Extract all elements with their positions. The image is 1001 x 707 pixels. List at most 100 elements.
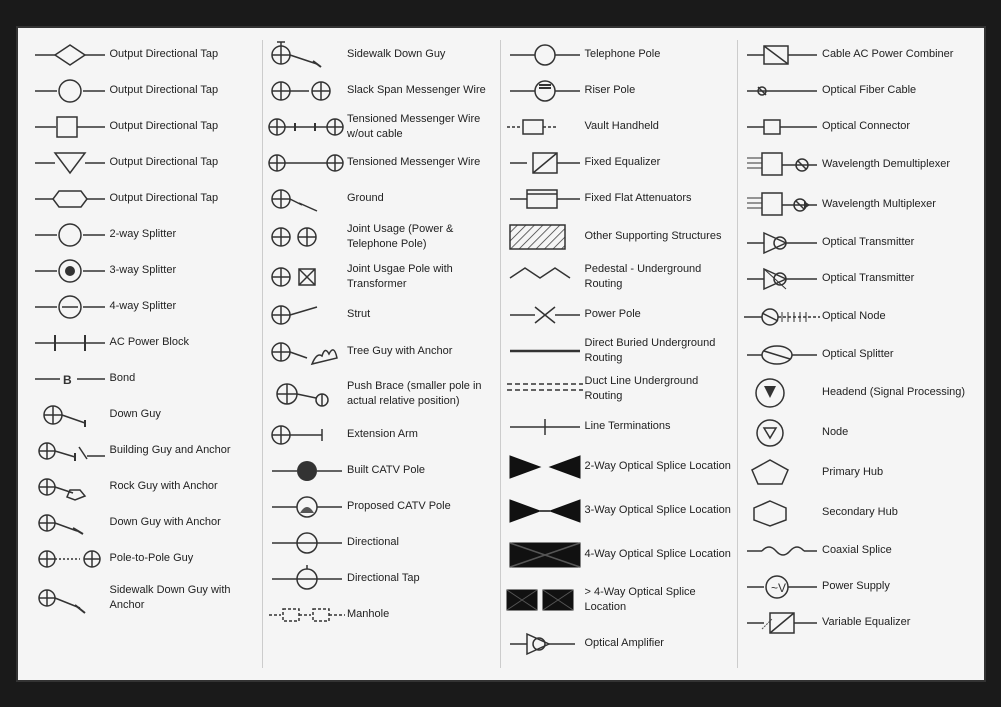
symbol-wavelengthmux: [742, 188, 822, 222]
label: Slack Span Messenger Wire: [347, 83, 496, 97]
symbol-pushbrace: [267, 374, 347, 414]
list-item: 3-Way Optical Splice Location: [505, 492, 734, 530]
list-item: Riser Pole: [505, 76, 734, 106]
label: Variable Equalizer: [822, 615, 972, 629]
symbol-proposedcatv: [267, 493, 347, 521]
svg-text:B: B: [63, 373, 72, 387]
symbol-manhole: [267, 601, 347, 629]
symbol-circle: [30, 77, 110, 105]
label: Output Directional Tap: [110, 191, 259, 205]
label: Power Supply: [822, 579, 972, 593]
label: Push Brace (smaller pole in actual relat…: [347, 379, 496, 408]
symbol-primaryhub: [742, 456, 822, 490]
label: Secondary Hub: [822, 505, 972, 519]
label: Proposed CATV Pole: [347, 499, 496, 513]
label: Direct Buried Underground Routing: [585, 336, 734, 365]
list-item: 2-way Splitter: [30, 220, 259, 250]
symbol-pedestal: [505, 260, 585, 294]
list-item: Directional Tap: [267, 564, 496, 594]
symbol-slackspan: [267, 77, 347, 105]
list-item: Output Directional Tap: [30, 76, 259, 106]
list-item: Vault Handheld: [505, 112, 734, 142]
symbol-opticalnode: [742, 300, 822, 334]
symbol-opticalamp: [505, 626, 585, 662]
svg-text:~V: ~V: [771, 581, 786, 595]
list-item: Output Directional Tap: [30, 148, 259, 178]
list-item: Extension Arm: [267, 420, 496, 450]
symbol-diamond: [30, 41, 110, 69]
list-item: Wavelength Multiplexer: [742, 188, 972, 222]
label: Output Directional Tap: [110, 119, 259, 133]
list-item: Slack Span Messenger Wire: [267, 76, 496, 106]
label: Other Supporting Structures: [585, 229, 734, 243]
label: Rock Guy with Anchor: [110, 479, 259, 493]
list-item: AC Power Block: [30, 328, 259, 358]
legend-container: Output Directional Tap Output Directiona…: [16, 26, 986, 682]
label: Node: [822, 425, 972, 439]
symbol-directionaltap1: [267, 529, 347, 557]
symbol-opticaltx1: [742, 229, 822, 257]
label: Optical Fiber Cable: [822, 83, 972, 97]
symbol-tensioned-wo: [267, 113, 347, 141]
label: Built CATV Pole: [347, 463, 496, 477]
label: Pole-to-Pole Guy: [110, 551, 259, 565]
symbol-poletopole: [30, 545, 110, 573]
list-item: Pedestal - Underground Routing: [505, 260, 734, 294]
label: Joint Usage (Power & Telephone Pole): [347, 222, 496, 251]
label: Coaxial Splice: [822, 543, 972, 557]
label: 4-way Splitter: [110, 299, 259, 313]
list-item: Other Supporting Structures: [505, 220, 734, 254]
label: Optical Splitter: [822, 347, 972, 361]
symbol-lineterminations: [505, 413, 585, 441]
symbol-jointtransformer: [267, 260, 347, 294]
label: Optical Transmitter: [822, 235, 972, 249]
symbol-wavelengthdemux: [742, 148, 822, 182]
list-item: 2-Way Optical Splice Location: [505, 448, 734, 486]
list-item: Telephone Pole: [505, 40, 734, 70]
symbol-ground: [267, 185, 347, 213]
symbol-powersupply: ~V: [742, 573, 822, 601]
label: Tensioned Messenger Wire: [347, 155, 496, 169]
column-1: Output Directional Tap Output Directiona…: [26, 40, 264, 668]
list-item: Down Guy with Anchor: [30, 508, 259, 538]
symbol-opticalfiber: [742, 77, 822, 105]
column-4: Cable AC Power Combiner Optical Fiber Ca…: [738, 40, 976, 668]
label: Fixed Equalizer: [585, 155, 734, 169]
symbol-secondaryhub: [742, 496, 822, 530]
symbol-square: [30, 113, 110, 141]
label: Sidewalk Down Guy: [347, 47, 496, 61]
symbol-node: [742, 416, 822, 450]
symbol-strut: [267, 301, 347, 329]
list-item: 4-Way Optical Splice Location: [505, 536, 734, 574]
symbol-powerpole: [505, 301, 585, 329]
list-item: Output Directional Tap: [30, 112, 259, 142]
list-item: > 4-Way Optical Splice Location: [505, 580, 734, 620]
label: 3-Way Optical Splice Location: [585, 503, 734, 517]
symbol-tensioned: [267, 149, 347, 177]
symbol-directionaltap2: [267, 565, 347, 593]
symbol-opticalconnector: [742, 113, 822, 141]
list-item: ~V Power Supply: [742, 572, 972, 602]
list-item: Building Guy and Anchor: [30, 436, 259, 466]
label: Output Directional Tap: [110, 47, 259, 61]
list-item: Headend (Signal Processing): [742, 376, 972, 410]
symbol-acpowercombiner: [742, 41, 822, 69]
label: > 4-Way Optical Splice Location: [585, 585, 734, 614]
list-item: Node: [742, 416, 972, 450]
symbol-builtcatv: [267, 457, 347, 485]
list-item: Built CATV Pole: [267, 456, 496, 486]
list-item: Duct Line Underground Routing: [505, 372, 734, 406]
label: Output Directional Tap: [110, 155, 259, 169]
label: Manhole: [347, 607, 496, 621]
label: Duct Line Underground Routing: [585, 374, 734, 403]
list-item: Directional: [267, 528, 496, 558]
list-item: Direct Buried Underground Routing: [505, 336, 734, 366]
label: Primary Hub: [822, 465, 972, 479]
label: Line Terminations: [585, 419, 734, 433]
label: Output Directional Tap: [110, 83, 259, 97]
list-item: Coaxial Splice: [742, 536, 972, 566]
label: Riser Pole: [585, 83, 734, 97]
label: Headend (Signal Processing): [822, 385, 972, 399]
label: Vault Handheld: [585, 119, 734, 133]
symbol-splitter2: [30, 221, 110, 249]
